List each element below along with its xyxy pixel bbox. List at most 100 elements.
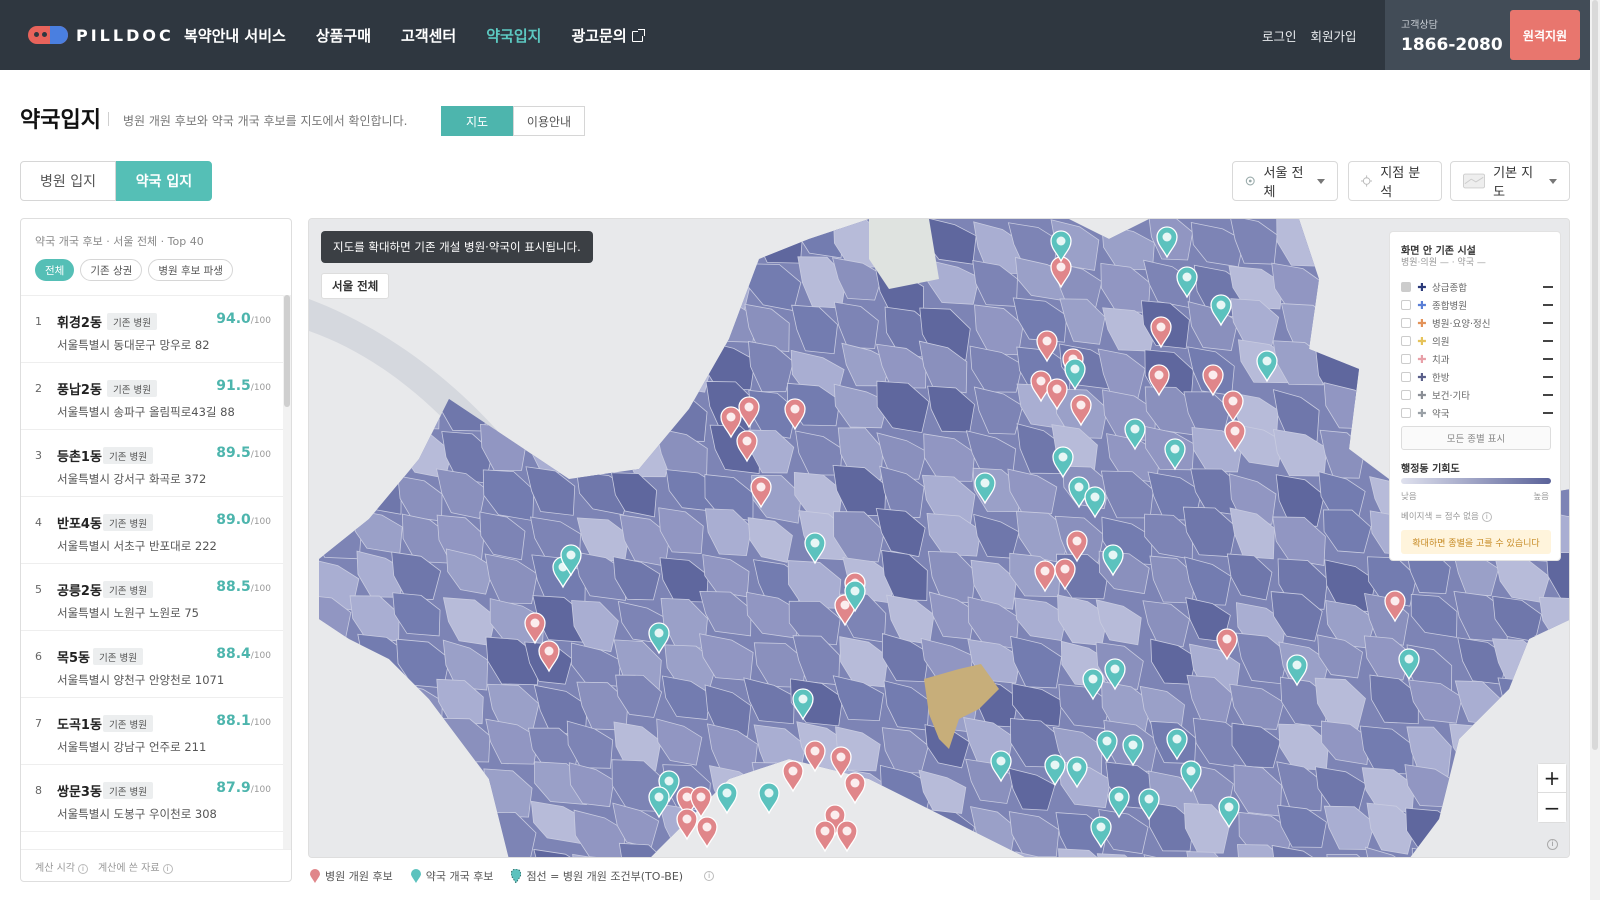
legend-facility-item[interactable]: ✚ 종합병원 <box>1401 298 1553 312</box>
list-item[interactable]: 1 휘경2동 기존 병원 94.0/100 서울특별시 동대문구 망우로 82 <box>21 296 283 363</box>
nav-customer-center[interactable]: 고객센터 <box>401 25 456 46</box>
login-link[interactable]: 로그인 <box>1262 26 1297 45</box>
address: 서울특별시 동대문구 망우로 82 <box>57 338 210 352</box>
tab-pharmacy-location[interactable]: 약국 입지 <box>116 161 212 201</box>
map-style-select[interactable]: 기본 지도 <box>1450 161 1570 201</box>
medical-cross-icon: ✚ <box>1417 298 1427 312</box>
score: 91.5/100 <box>216 378 271 394</box>
tab-usage-guide[interactable]: 이용안내 <box>513 106 585 136</box>
legend-facility-item[interactable]: ✚ 약국 <box>1401 406 1553 420</box>
rank-number: 6 <box>35 650 42 663</box>
choropleth-title: 행정동 기회도 <box>1401 464 1460 475</box>
calc-time-label[interactable]: 계산 시각 i <box>35 859 88 874</box>
list-item[interactable]: 3 등촌1동 기존 병원 89.5/100 서울특별시 강서구 화곡로 372 <box>21 430 283 497</box>
filter-hospital-derived[interactable]: 병원 후보 파생 <box>148 259 233 281</box>
dong-name: 목5동 <box>57 651 90 666</box>
point-analysis-button[interactable]: 지점 분석 <box>1348 161 1442 201</box>
support-phone: 1866-2080 <box>1401 35 1503 55</box>
facility-checkbox[interactable] <box>1401 318 1411 328</box>
nav-shop[interactable]: 상품구매 <box>316 25 371 46</box>
globe-icon <box>1245 176 1255 186</box>
legend-facility-item[interactable]: ✚ 보건·기타 <box>1401 388 1553 402</box>
map-region-chip[interactable]: 서울 전체 <box>321 273 390 299</box>
calc-time-text: 계산 시각 <box>35 863 75 874</box>
medical-cross-icon: ✚ <box>1417 334 1427 348</box>
legend-note: 베이지색 = 점수 없음 i <box>1401 510 1492 522</box>
map-canvas[interactable] <box>309 219 1570 858</box>
facility-checkbox[interactable] <box>1401 336 1411 346</box>
list-item[interactable]: 7 도곡1동 기존 병원 88.1/100 서울특별시 강남구 언주로 211 <box>21 698 283 765</box>
list-item[interactable]: 5 공릉2동 기존 병원 88.5/100 서울특별시 노원구 노원로 75 <box>21 564 283 631</box>
status-badge: 기존 병원 <box>107 380 157 397</box>
legend-facility-item[interactable]: ✚ 의원 <box>1401 334 1553 348</box>
tab-hospital-location[interactable]: 병원 입지 <box>20 161 116 201</box>
list-item[interactable]: 4 반포4동 기존 병원 89.0/100 서울특별시 서초구 반포대로 222 <box>21 497 283 564</box>
region-select[interactable]: 서울 전체 <box>1232 161 1338 201</box>
dong-name: 도곡1동 <box>57 718 102 733</box>
facility-checkbox[interactable] <box>1401 372 1411 382</box>
score-suffix: /100 <box>250 718 271 728</box>
address: 서울특별시 강서구 화곡로 372 <box>57 472 207 486</box>
score: 94.0/100 <box>216 311 271 327</box>
address: 서울특별시 강남구 언주로 211 <box>57 740 207 754</box>
info-icon[interactable]: i <box>704 871 715 881</box>
score-suffix: /100 <box>250 785 271 795</box>
facility-checkbox[interactable] <box>1401 282 1411 292</box>
legend-facility-item[interactable]: ✚ 한방 <box>1401 370 1553 384</box>
nav-medication-guide[interactable]: 복약안내 서비스 <box>184 25 286 46</box>
filter-all[interactable]: 전체 <box>35 259 75 281</box>
score-suffix: /100 <box>250 517 271 527</box>
legend-facility-item[interactable]: ✚ 상급종합 <box>1401 280 1553 294</box>
legend-dotted-text: 점선 = 병원 개원 조건부(TO-BE) <box>526 870 684 883</box>
facility-type-label: 약국 <box>1432 409 1450 420</box>
nav-advertising[interactable]: 광고문의 <box>571 25 645 46</box>
tab-map-view[interactable]: 지도 <box>441 106 513 136</box>
score: 88.4/100 <box>216 646 271 662</box>
map-style-value: 기본 지도 <box>1493 166 1534 200</box>
zoom-warning: 확대하면 종별을 고를 수 있습니다 <box>1401 530 1551 554</box>
facility-checkbox[interactable] <box>1401 354 1411 364</box>
list-scrollbar-thumb[interactable] <box>284 295 290 407</box>
facility-type-label: 병원·요양·정신 <box>1432 319 1491 330</box>
address: 서울특별시 노원구 노원로 75 <box>57 606 199 620</box>
map-attribution-icon[interactable]: i <box>1547 839 1558 850</box>
facility-count-dash <box>1543 412 1553 414</box>
marker-legend: 병원 개원 후보 약국 개국 후보 점선 = 병원 개원 조건부(TO-BE) … <box>310 868 715 884</box>
page-scrollbar-thumb[interactable] <box>1592 0 1598 750</box>
info-icon[interactable]: i <box>1481 512 1492 522</box>
list-item[interactable]: 8 쌍문3동 기존 병원 87.9/100 서울특별시 도봉구 우이천로 308 <box>21 765 283 832</box>
nav-pharmacy-location[interactable]: 약국입지 <box>486 25 541 46</box>
facility-checkbox[interactable] <box>1401 390 1411 400</box>
map-legend: 화면 안 기존 시설 병원·의원 — · 약국 — 모든 종별 표시 행정동 기… <box>1389 231 1561 561</box>
top-navigation-bar: PILLDOC 복약안내 서비스 상품구매 고객센터 약국입지 광고문의 로그인… <box>0 0 1590 70</box>
score-value: 88.4 <box>216 646 251 662</box>
legend-facility-item[interactable]: ✚ 치과 <box>1401 352 1553 366</box>
rank-number: 8 <box>35 784 42 797</box>
page-scrollbar[interactable] <box>1590 0 1600 900</box>
facility-checkbox[interactable] <box>1401 408 1411 418</box>
zoom-in-button[interactable]: + <box>1538 764 1566 793</box>
facility-count-dash <box>1543 340 1553 342</box>
filter-chips: 전체 기존 상권 병원 후보 파생 <box>35 259 233 281</box>
address: 서울특별시 양천구 안양천로 1071 <box>57 673 225 687</box>
legend-dotted-pin: 점선 = 병원 개원 조건부(TO-BE) <box>511 868 683 884</box>
status-badge: 기존 병원 <box>107 313 157 330</box>
facility-count-dash <box>1543 358 1553 360</box>
calc-source-label[interactable]: 계산에 쓴 자료 i <box>98 859 173 874</box>
seoul-map[interactable]: 지도를 확대하면 기존 개설 병원·약국이 표시됩니다. 서울 전체 화면 안 … <box>308 218 1570 858</box>
list-scrollbar[interactable] <box>283 295 291 849</box>
pilldoc-logo[interactable]: PILLDOC <box>28 24 174 46</box>
facility-checkbox[interactable] <box>1401 300 1411 310</box>
legend-facility-item[interactable]: ✚ 병원·요양·정신 <box>1401 316 1553 330</box>
show-all-types-button[interactable]: 모든 종별 표시 <box>1401 426 1551 450</box>
main-nav: 복약안내 서비스 상품구매 고객센터 약국입지 광고문의 <box>184 0 645 70</box>
signup-link[interactable]: 회원가입 <box>1311 26 1357 45</box>
list-item[interactable]: 2 풍납2동 기존 병원 91.5/100 서울특별시 송파구 올림픽로43길 88 <box>21 363 283 430</box>
list-item[interactable]: 6 목5동 기존 병원 88.4/100 서울특별시 양천구 안양천로 1071 <box>21 631 283 698</box>
remote-support-button[interactable]: 원격지원 <box>1510 10 1580 60</box>
filter-existing-commercial[interactable]: 기존 상권 <box>80 259 143 281</box>
map-zoom-hint: 지도를 확대하면 기존 개설 병원·약국이 표시됩니다. <box>321 231 593 263</box>
address: 서울특별시 서초구 반포대로 222 <box>57 539 217 553</box>
location-type-tabs: 병원 입지 약국 입지 <box>20 161 212 201</box>
zoom-out-button[interactable]: − <box>1538 793 1566 822</box>
